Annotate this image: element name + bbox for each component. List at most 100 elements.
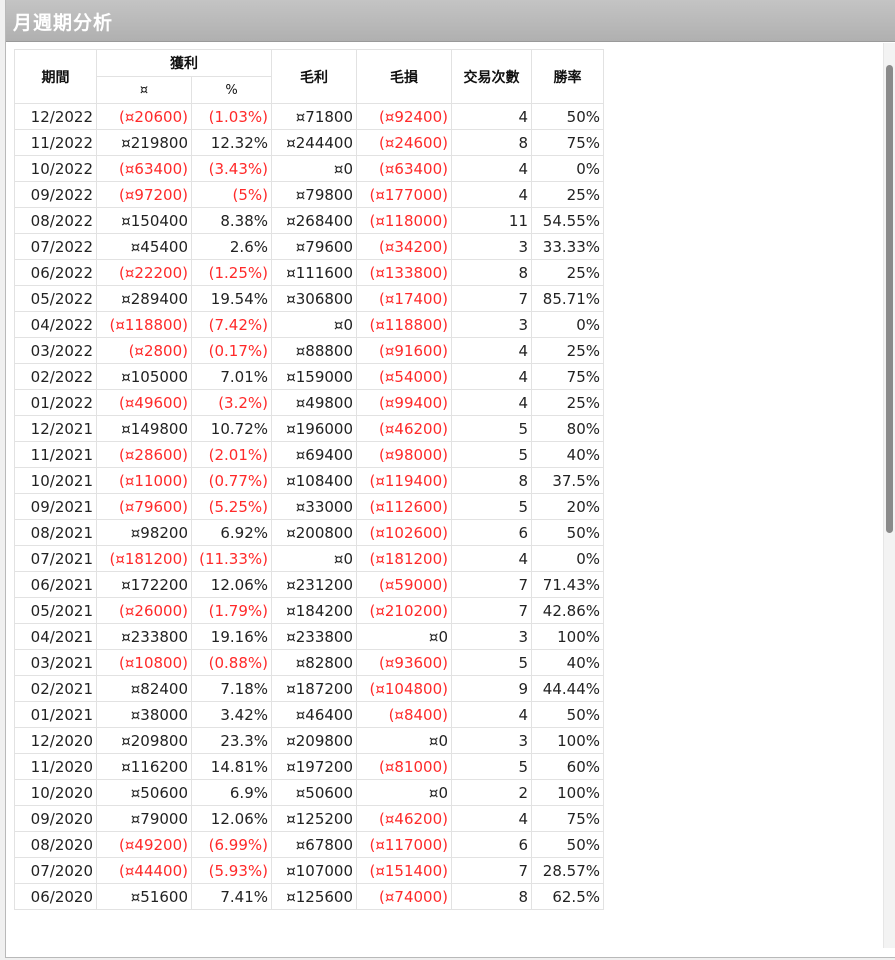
- period-cell: 12/2020: [14, 727, 97, 754]
- table-row[interactable]: 02/2022 ¤105000 7.01% ¤159000 (¤54000) 4 75%: [14, 363, 604, 390]
- period-cell: 04/2022: [14, 311, 97, 338]
- table-row[interactable]: 03/2022 (¤2800) (0.17%) ¤88800 (¤91600) 4 25%: [14, 337, 604, 364]
- win-rate-cell: 71.43%: [531, 571, 604, 598]
- header-gross-profit[interactable]: 毛利: [271, 49, 357, 104]
- period-cell: 01/2021: [14, 701, 97, 728]
- table-row[interactable]: 09/2022 (¤97200) (5%) ¤79800 (¤177000) 4 25%: [14, 181, 604, 208]
- profit-amount-cell: ¤233800: [96, 623, 192, 650]
- profit-amount-cell: ¤150400: [96, 207, 192, 234]
- gross-profit-cell: ¤187200: [271, 675, 357, 702]
- profit-amount-cell: (¤97200): [96, 181, 192, 208]
- period-cell: 10/2020: [14, 779, 97, 806]
- period-cell: 08/2021: [14, 519, 97, 546]
- profit-percent-cell: 12.06%: [191, 805, 272, 832]
- table-row[interactable]: 04/2022 (¤118800) (7.42%) ¤0 (¤118800) 3 0%: [14, 311, 604, 338]
- table-row[interactable]: 10/2020 ¤50600 6.9% ¤50600 ¤0 2 100%: [14, 779, 604, 806]
- gross-loss-cell: (¤112600): [356, 493, 452, 520]
- profit-percent-cell: 6.9%: [191, 779, 272, 806]
- header-trade-count[interactable]: 交易次數: [451, 49, 532, 104]
- profit-percent-cell: 12.06%: [191, 571, 272, 598]
- table-row[interactable]: 03/2021 (¤10800) (0.88%) ¤82800 (¤93600) 5 40%: [14, 649, 604, 676]
- profit-amount-cell: (¤49200): [96, 831, 192, 858]
- header-profit-amount[interactable]: ¤: [96, 76, 192, 104]
- win-rate-cell: 20%: [531, 493, 604, 520]
- gross-profit-cell: ¤79800: [271, 181, 357, 208]
- profit-amount-cell: ¤149800: [96, 415, 192, 442]
- win-rate-cell: 75%: [531, 363, 604, 390]
- profit-amount-cell: (¤118800): [96, 311, 192, 338]
- gross-loss-cell: (¤133800): [356, 259, 452, 286]
- period-cell: 03/2021: [14, 649, 97, 676]
- table-row[interactable]: 11/2020 ¤116200 14.81% ¤197200 (¤81000) 5 60%: [14, 753, 604, 780]
- table-row[interactable]: 11/2022 ¤219800 12.32% ¤244400 (¤24600) 8 75%: [14, 129, 604, 156]
- profit-amount-cell: (¤22200): [96, 259, 192, 286]
- table-row[interactable]: 05/2021 (¤26000) (1.79%) ¤184200 (¤210200) 7 4…: [14, 597, 604, 624]
- trade-count-cell: 4: [451, 103, 532, 130]
- header-gross-loss[interactable]: 毛損: [356, 49, 452, 104]
- table-row[interactable]: 07/2020 (¤44400) (5.93%) ¤107000 (¤151400) 7 2…: [14, 857, 604, 884]
- period-cell: 09/2020: [14, 805, 97, 832]
- trade-count-cell: 4: [451, 337, 532, 364]
- table-row[interactable]: 10/2022 (¤63400) (3.43%) ¤0 (¤63400) 4 0%: [14, 155, 604, 182]
- table-row[interactable]: 08/2020 (¤49200) (6.99%) ¤67800 (¤117000) 6 50…: [14, 831, 604, 858]
- period-cell: 07/2021: [14, 545, 97, 572]
- profit-percent-cell: 10.72%: [191, 415, 272, 442]
- table-row[interactable]: 02/2021 ¤82400 7.18% ¤187200 (¤104800) 9 44.44…: [14, 675, 604, 702]
- vertical-scrollbar[interactable]: [883, 43, 895, 948]
- table-row[interactable]: 12/2022 (¤20600) (1.03%) ¤71800 (¤92400) 4 50%: [14, 103, 604, 130]
- win-rate-cell: 42.86%: [531, 597, 604, 624]
- profit-amount-cell: ¤289400: [96, 285, 192, 312]
- header-profit[interactable]: 獲利: [96, 49, 272, 77]
- gross-profit-cell: ¤0: [271, 545, 357, 572]
- table-row[interactable]: 10/2021 (¤11000) (0.77%) ¤108400 (¤119400) 8 3…: [14, 467, 604, 494]
- table-row[interactable]: 01/2021 ¤38000 3.42% ¤46400 (¤8400) 4 50%: [14, 701, 604, 728]
- table-row[interactable]: 08/2022 ¤150400 8.38% ¤268400 (¤118000) 11 54.…: [14, 207, 604, 234]
- table-row[interactable]: 07/2022 ¤45400 2.6% ¤79600 (¤34200) 3 33.33%: [14, 233, 604, 260]
- table-row[interactable]: 05/2022 ¤289400 19.54% ¤306800 (¤17400) 7 85.7…: [14, 285, 604, 312]
- header-win-rate[interactable]: 勝率: [531, 49, 604, 104]
- table-row[interactable]: 09/2020 ¤79000 12.06% ¤125200 (¤46200) 4 75%: [14, 805, 604, 832]
- table-row[interactable]: 09/2021 (¤79600) (5.25%) ¤33000 (¤112600) 5 20…: [14, 493, 604, 520]
- profit-percent-cell: (5.93%): [191, 857, 272, 884]
- profit-amount-cell: (¤63400): [96, 155, 192, 182]
- table-row[interactable]: 06/2021 ¤172200 12.06% ¤231200 (¤59000) 7 71.4…: [14, 571, 604, 598]
- win-rate-cell: 54.55%: [531, 207, 604, 234]
- win-rate-cell: 40%: [531, 441, 604, 468]
- win-rate-cell: 50%: [531, 831, 604, 858]
- table-row[interactable]: 01/2022 (¤49600) (3.2%) ¤49800 (¤99400) 4 25%: [14, 389, 604, 416]
- period-cell: 04/2021: [14, 623, 97, 650]
- profit-percent-cell: 12.32%: [191, 129, 272, 156]
- trade-count-cell: 3: [451, 623, 532, 650]
- period-cell: 02/2022: [14, 363, 97, 390]
- table-row[interactable]: 08/2021 ¤98200 6.92% ¤200800 (¤102600) 6 50%: [14, 519, 604, 546]
- window-titlebar[interactable]: 月週期分析: [6, 0, 895, 42]
- win-rate-cell: 50%: [531, 103, 604, 130]
- scrollbar-thumb[interactable]: [886, 65, 893, 533]
- table-row[interactable]: 12/2020 ¤209800 23.3% ¤209800 ¤0 3 100%: [14, 727, 604, 754]
- trade-count-cell: 6: [451, 519, 532, 546]
- table-row[interactable]: 12/2021 ¤149800 10.72% ¤196000 (¤46200) 5 80%: [14, 415, 604, 442]
- win-rate-cell: 0%: [531, 155, 604, 182]
- profit-amount-cell: (¤10800): [96, 649, 192, 676]
- table-row[interactable]: 04/2021 ¤233800 19.16% ¤233800 ¤0 3 100%: [14, 623, 604, 650]
- header-period[interactable]: 期間: [14, 49, 97, 104]
- profit-amount-cell: (¤2800): [96, 337, 192, 364]
- table-row[interactable]: 06/2022 (¤22200) (1.25%) ¤111600 (¤133800) 8 2…: [14, 259, 604, 286]
- gross-loss-cell: ¤0: [356, 623, 452, 650]
- table-row[interactable]: 11/2021 (¤28600) (2.01%) ¤69400 (¤98000) 5 40%: [14, 441, 604, 468]
- profit-amount-cell: ¤116200: [96, 753, 192, 780]
- trade-count-cell: 3: [451, 311, 532, 338]
- win-rate-cell: 85.71%: [531, 285, 604, 312]
- gross-profit-cell: ¤125600: [271, 883, 357, 910]
- table-container[interactable]: 期間 獲利 毛利 毛損 交易次數 勝率 ¤ % 12/2022 (¤20600)(…: [6, 43, 884, 948]
- gross-profit-cell: ¤209800: [271, 727, 357, 754]
- header-profit-percent[interactable]: %: [191, 76, 272, 104]
- trade-count-cell: 4: [451, 545, 532, 572]
- trade-count-cell: 8: [451, 467, 532, 494]
- trade-count-cell: 4: [451, 701, 532, 728]
- trade-count-cell: 4: [451, 155, 532, 182]
- table-row[interactable]: 07/2021 (¤181200) (11.33%) ¤0 (¤181200) 4 0%: [14, 545, 604, 572]
- gross-profit-cell: ¤233800: [271, 623, 357, 650]
- win-rate-cell: 100%: [531, 623, 604, 650]
- table-row[interactable]: 06/2020 ¤51600 7.41% ¤125600 (¤74000) 8 62.5%: [14, 883, 604, 910]
